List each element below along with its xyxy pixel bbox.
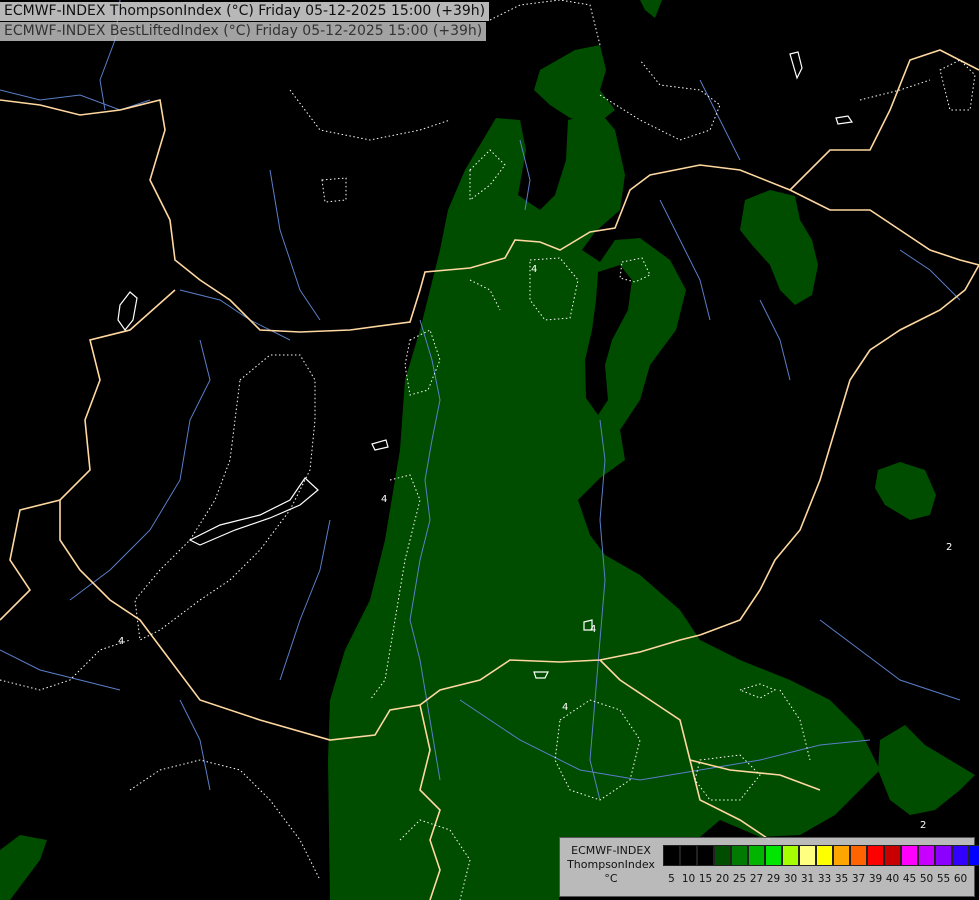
legend-tick-label: 33 — [817, 873, 832, 885]
legend-swatch — [782, 845, 799, 866]
legend-swatch — [935, 845, 952, 866]
legend-subtitle: ThompsonIndex — [567, 858, 655, 871]
legend-tick-label: 39 — [868, 873, 883, 885]
contour-label: 4 — [381, 494, 387, 505]
legend-swatch — [816, 845, 833, 866]
legend-swatch — [697, 845, 714, 866]
top-green-fragment — [640, 0, 662, 18]
legend-tick-label: 40 — [885, 873, 900, 885]
legend-unit: °C — [604, 872, 618, 885]
southeast-green-blob — [878, 725, 975, 815]
legend-tick-label: 55 — [936, 873, 951, 885]
legend-swatch — [901, 845, 918, 866]
legend-tick-label: 15 — [698, 873, 713, 885]
east-green-blob-2 — [875, 462, 936, 520]
contour-label: 4 — [531, 264, 537, 275]
contour-label: 4 — [562, 702, 568, 713]
legend-tick-label: 45 — [902, 873, 917, 885]
map-title-lifted: ECMWF-INDEX BestLiftedIndex (°C) Friday … — [0, 22, 487, 41]
contour-label: 2 — [920, 820, 926, 831]
legend-tick-label: 5 — [668, 873, 675, 885]
map-canvas: 4 4 4 4 4 2 2 — [0, 0, 979, 900]
legend-tick-label: 60 — [953, 873, 968, 885]
legend-swatch — [731, 845, 748, 866]
legend-swatch — [663, 845, 680, 866]
legend-swatch — [884, 845, 901, 866]
legend-tick-label: 27 — [749, 873, 764, 885]
legend-swatch — [918, 845, 935, 866]
legend-label: ECMWF-INDEX ThompsonIndex °C — [560, 844, 662, 886]
legend-swatches — [663, 845, 979, 866]
legend-swatch — [833, 845, 850, 866]
legend-tick-label: 29 — [766, 873, 781, 885]
contour-label: 4 — [118, 636, 124, 647]
legend-tick-label: 30 — [783, 873, 798, 885]
southwest-green-blob — [0, 835, 47, 900]
east-green-blob-1 — [740, 190, 818, 305]
border-northeast — [789, 49, 979, 191]
contour-label: 2 — [946, 542, 952, 553]
legend-tick-label: 37 — [851, 873, 866, 885]
weather-map: 4 4 4 4 4 2 2 ECMWF-INDEX ThompsonIndex … — [0, 0, 979, 900]
legend-title: ECMWF-INDEX — [571, 844, 651, 857]
legend-swatch — [748, 845, 765, 866]
legend-tick-label: 10 — [681, 873, 696, 885]
legend-swatch — [969, 845, 979, 866]
contour-label: 4 — [590, 624, 596, 635]
legend-tick-label: 25 — [732, 873, 747, 885]
north-green-lobe — [534, 45, 615, 125]
legend-tick-label: 20 — [715, 873, 730, 885]
map-title-thompson: ECMWF-INDEX ThompsonIndex (°C) Friday 05… — [0, 2, 490, 21]
color-legend: ECMWF-INDEX ThompsonIndex °C 5 10 15 20 25 27… — [559, 837, 979, 897]
border-east — [699, 264, 979, 636]
legend-swatch — [850, 845, 867, 866]
legend-ticks: 5 10 15 20 25 27 29 30 31 33 35 37 39 40 45 50 55 60 — [663, 873, 973, 889]
legend-swatch — [765, 845, 782, 866]
legend-swatch — [952, 845, 969, 866]
legend-tick-label: 35 — [834, 873, 849, 885]
legend-swatch — [680, 845, 697, 866]
legend-tick-label: 50 — [919, 873, 934, 885]
legend-swatch — [867, 845, 884, 866]
border-west — [0, 289, 176, 621]
legend-swatch — [799, 845, 816, 866]
legend-tick-label: 31 — [800, 873, 815, 885]
legend-swatch — [714, 845, 731, 866]
